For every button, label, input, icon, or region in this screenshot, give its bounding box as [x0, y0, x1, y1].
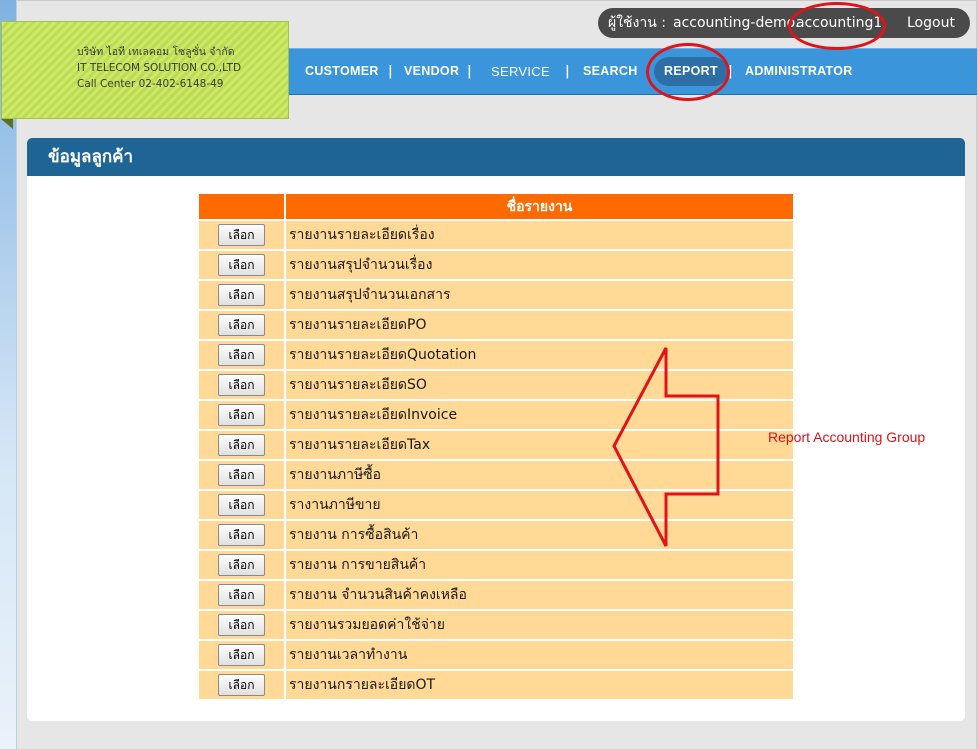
report-name: รายงานรวมยอดค่าใช้จ่าย [286, 609, 793, 639]
select-button[interactable]: เลือก [218, 644, 265, 666]
company-name-th: บริษัท ไอที เทเลคอม โซลูชั่น จำกัด [77, 46, 235, 58]
report-name: รายงานกรายละเอียดOT [286, 669, 793, 699]
select-button[interactable]: เลือก [218, 584, 265, 606]
table-row: เลือก รายงาน การขายสินค้า [199, 549, 793, 579]
select-button[interactable]: เลือก [218, 494, 265, 516]
select-cell: เลือก [199, 579, 286, 609]
user-bar: ผู้ใช้งาน : accounting-demo. accounting1… [598, 8, 970, 38]
table-row: เลือก รายงานรายละเอียดPO [199, 309, 793, 339]
select-button[interactable]: เลือก [218, 374, 265, 396]
select-button[interactable]: เลือก [218, 524, 265, 546]
select-cell: เลือก [199, 459, 286, 489]
table-row: เลือก รายงานสรุปจำนวนเรื่อง [199, 249, 793, 279]
select-cell: เลือก [199, 369, 286, 399]
nav-separator: | [467, 64, 472, 79]
company-logo-box: บริษัท ไอที เทเลคอม โซลูชั่น จำกัด IT TE… [1, 21, 289, 119]
select-cell: เลือก [199, 519, 286, 549]
select-cell: เลือก [199, 219, 286, 249]
user-label: ผู้ใช้งาน : [608, 15, 666, 31]
logout-link[interactable]: Logout [907, 8, 955, 38]
username-text: accounting-demo. [673, 15, 800, 31]
table-row: เลือก รายงานเวลาทำงาน [199, 639, 793, 669]
select-cell: เลือก [199, 549, 286, 579]
select-button[interactable]: เลือก [218, 674, 265, 696]
column-header-report-name: ชื่อรายงาน [286, 194, 793, 219]
report-name: รายงาน การขายสินค้า [286, 549, 793, 579]
select-cell: เลือก [199, 339, 286, 369]
select-cell: เลือก [199, 669, 286, 699]
select-cell: เลือก [199, 429, 286, 459]
select-button[interactable]: เลือก [218, 344, 265, 366]
report-name: รายงาน จำนวนสินค้าคงเหลือ [286, 579, 793, 609]
nav-service[interactable]: SERVICE [491, 49, 550, 94]
logo-ribbon-fold [1, 119, 13, 129]
report-name: รายงานรายละเอียดเรื่อง [286, 219, 793, 249]
select-button[interactable]: เลือก [218, 614, 265, 636]
select-cell: เลือก [199, 489, 286, 519]
select-button[interactable]: เลือก [218, 254, 265, 276]
table-header-row: ชื่อรายงาน [199, 194, 793, 219]
table-row: เลือก รายงานสรุปจำนวนเอกสาร [199, 279, 793, 309]
report-name: รายงานสรุปจำนวนเรื่อง [286, 249, 793, 279]
column-header-select [199, 194, 286, 219]
report-name: รายงานสรุปจำนวนเอกสาร [286, 279, 793, 309]
call-center: Call Center 02-402-6148-49 [77, 78, 224, 90]
company-info: บริษัท ไอที เทเลคอม โซลูชั่น จำกัด IT TE… [77, 44, 241, 92]
annotation-label: Report Accounting Group [768, 429, 926, 445]
nav-search[interactable]: SEARCH [583, 49, 638, 94]
table-row: เลือก รายงาน จำนวนสินค้าคงเหลือ [199, 579, 793, 609]
report-name: รายงานเวลาทำงาน [286, 639, 793, 669]
nav-separator: | [388, 64, 393, 79]
table-row: เลือก รายงานรายละเอียดเรื่อง [199, 219, 793, 249]
select-cell: เลือก [199, 309, 286, 339]
select-cell: เลือก [199, 609, 286, 639]
table-row: เลือก รายงานรวมยอดค่าใช้จ่าย [199, 609, 793, 639]
select-cell: เลือก [199, 399, 286, 429]
select-cell: เลือก [199, 249, 286, 279]
nav-vendor[interactable]: VENDOR [404, 49, 459, 94]
select-button[interactable]: เลือก [218, 554, 265, 576]
annotation-arrow [612, 347, 720, 547]
panel-title: ข้อมูลลูกค้า [27, 138, 965, 176]
annotation-circle-account [788, 2, 886, 50]
nav-administrator[interactable]: ADMINISTRATOR [745, 49, 853, 94]
select-button[interactable]: เลือก [218, 314, 265, 336]
select-button[interactable]: เลือก [218, 434, 265, 456]
select-cell: เลือก [199, 639, 286, 669]
top-border [16, 0, 978, 1]
nav-customer[interactable]: CUSTOMER [305, 49, 379, 94]
company-name-en: IT TELECOM SOLUTION CO.,LTD [77, 62, 242, 74]
nav-separator: | [565, 64, 570, 79]
table-row: เลือก รายงานกรายละเอียดOT [199, 669, 793, 699]
annotation-circle-report [646, 43, 730, 101]
select-button[interactable]: เลือก [218, 404, 265, 426]
select-button[interactable]: เลือก [218, 224, 265, 246]
select-button[interactable]: เลือก [218, 284, 265, 306]
select-cell: เลือก [199, 279, 286, 309]
select-button[interactable]: เลือก [218, 464, 265, 486]
report-name: รายงานรายละเอียดPO [286, 309, 793, 339]
